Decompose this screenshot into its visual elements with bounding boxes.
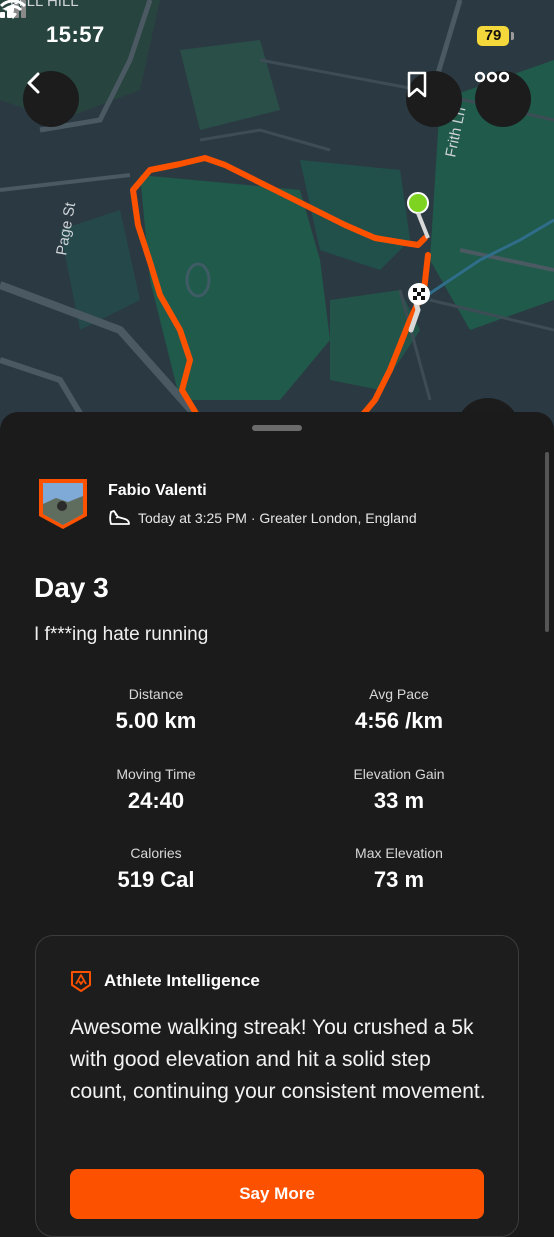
park-area <box>140 175 330 400</box>
stat-value: 4:56 /km <box>354 708 444 733</box>
park-area <box>330 290 420 390</box>
athlete-intelligence-title: Athlete Intelligence <box>104 971 260 990</box>
activity-meta: Today at 3:25 PM · Greater London, Engla… <box>108 509 417 527</box>
more-icon <box>475 71 509 83</box>
stat-value: 73 m <box>373 867 425 892</box>
activity-sheet: Fabio Valenti Today at 3:25 PM · Greater… <box>0 412 554 1237</box>
athlete-intelligence-icon <box>71 971 91 992</box>
stat-max-elevation: Max Elevation 73 m <box>279 845 519 893</box>
shoe-icon <box>109 510 130 525</box>
stat-label: Max Elevation <box>355 845 443 861</box>
stat-value: 519 Cal <box>117 867 195 892</box>
start-marker <box>407 192 429 214</box>
athlete-avatar[interactable] <box>36 476 90 530</box>
battery-tip <box>511 32 514 40</box>
stat-label: Avg Pace <box>369 686 429 702</box>
activity-meta-text: Today at 3:25 PM · Greater London, Engla… <box>138 510 417 526</box>
stat-label: Moving Time <box>116 766 196 782</box>
road <box>0 173 131 192</box>
route-map[interactable]: MILL HILL Page St Frith Ln 15:57 79 <box>0 0 554 430</box>
activity-description: I f***ing hate running <box>34 624 209 645</box>
activity-title: Day 3 <box>34 572 109 603</box>
back-button[interactable] <box>23 71 79 127</box>
stat-distance: Distance 5.00 km <box>36 686 276 734</box>
stat-avg-pace: Avg Pace 4:56 /km <box>279 686 519 734</box>
status-time: 15:57 <box>46 22 105 47</box>
bookmark-icon <box>407 71 427 98</box>
road <box>199 128 331 152</box>
stat-value: 24:40 <box>127 788 185 813</box>
save-route-button[interactable] <box>406 71 462 127</box>
stat-moving-time: Moving Time 24:40 <box>36 766 276 814</box>
battery-indicator: 79 <box>477 26 509 46</box>
athlete-intelligence-text: Awesome walking streak! You crushed a 5k… <box>70 1016 486 1103</box>
stat-value: 33 m <box>373 788 425 813</box>
stat-calories: Calories 519 Cal <box>36 845 276 893</box>
route-overlap <box>416 212 430 239</box>
athlete-intelligence-header: Athlete Intelligence <box>70 970 260 992</box>
wifi-icon <box>0 0 26 19</box>
stat-label: Distance <box>128 686 184 702</box>
athlete-intelligence-card: Athlete Intelligence Awesome walking str… <box>35 935 519 1237</box>
scrollbar[interactable] <box>545 452 549 632</box>
more-options-button[interactable] <box>475 71 531 127</box>
chevron-left-icon <box>27 72 40 94</box>
stat-value: 5.00 km <box>115 708 197 733</box>
stat-label: Calories <box>130 845 182 861</box>
say-more-button[interactable]: Say More <box>70 1169 484 1219</box>
finish-marker <box>408 283 430 305</box>
stat-elevation-gain: Elevation Gain 33 m <box>279 766 519 814</box>
stat-label: Elevation Gain <box>353 766 445 782</box>
sheet-drag-handle[interactable] <box>252 425 302 431</box>
status-bar: 15:57 79 <box>0 0 554 70</box>
athlete-name[interactable]: Fabio Valenti <box>108 482 207 500</box>
